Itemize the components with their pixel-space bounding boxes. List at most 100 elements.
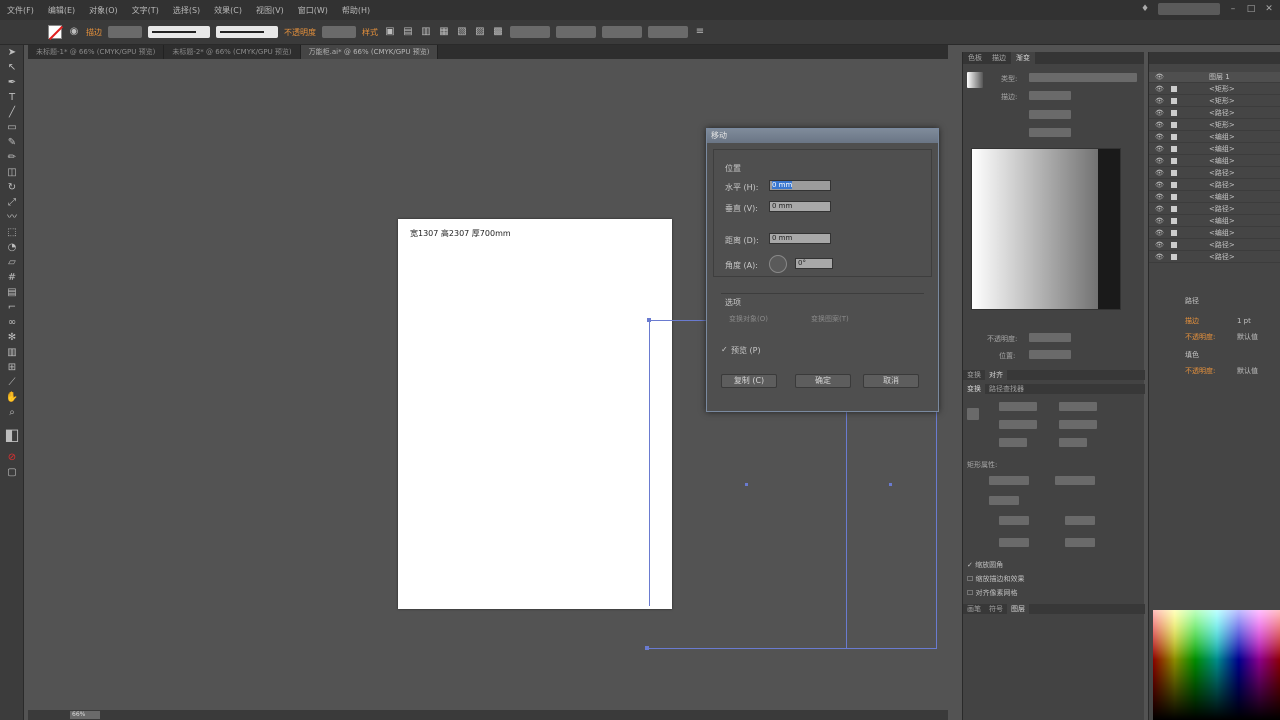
style-label[interactable]: 样式 [362,27,378,38]
fill-swatch[interactable] [48,25,62,39]
tab-stroke[interactable]: 描边 [987,52,1011,64]
recolor-icon[interactable]: ▣ [384,26,396,38]
corner-bl-field[interactable] [999,538,1029,547]
cancel-button[interactable]: 取消 [863,374,919,388]
opacity-label[interactable]: 不透明度 [284,27,316,38]
visibility-icon[interactable]: 👁 [1155,96,1164,107]
visibility-icon[interactable]: 👁 [1155,168,1164,179]
appearance-opacity-label[interactable]: 不透明度: [1185,330,1215,344]
minimize-icon[interactable]: – [1228,4,1238,14]
opacity-field[interactable] [322,26,356,38]
free-transform-tool-icon[interactable]: ⬚ [0,225,24,240]
preview-checkbox-label[interactable]: 预览 (P) [731,345,761,356]
symbol-sprayer-tool-icon[interactable]: ✻ [0,330,24,345]
corner-br-field[interactable] [1065,538,1095,547]
gradient-position-field[interactable] [1029,350,1071,359]
tab-document-1[interactable]: 未标题-1* @ 66% (CMYK/GPU 预览) [28,45,165,59]
layer-row[interactable]: 👁 <路径> [1149,180,1280,191]
y-field[interactable] [556,26,596,38]
rotate-tool-icon[interactable]: ↻ [0,180,24,195]
menu-window[interactable]: 窗口(W) [291,5,335,16]
visibility-icon[interactable]: 👁 [1155,156,1164,167]
tab-transform-2[interactable]: 变换 [963,384,985,394]
eyedropper-tool-icon[interactable]: ⌐ [0,300,24,315]
tab-transform[interactable]: 变换 [963,370,985,380]
mesh-tool-icon[interactable]: # [0,270,24,285]
reference-point-icon[interactable] [967,408,979,420]
hand-tool-icon[interactable]: ✋ [0,390,24,405]
dialog-title[interactable]: 移动 [707,129,938,143]
gradient-type-dropdown[interactable] [1029,73,1137,82]
slice-tool-icon[interactable]: ⟋ [0,375,24,390]
blend-tool-icon[interactable]: ∞ [0,315,24,330]
visibility-icon[interactable]: 👁 [1155,132,1164,143]
gradient-tool-icon[interactable]: ▤ [0,285,24,300]
transform-h-field[interactable] [1059,420,1097,429]
selection-handle[interactable] [745,483,748,486]
layer-row[interactable]: 👁 <编组> [1149,144,1280,155]
stroke-weight-field[interactable] [108,26,142,38]
stroke-profile-dropdown[interactable] [148,26,210,38]
transform-shear-field[interactable] [1059,438,1087,447]
align-bottom-icon[interactable]: ▩ [492,26,504,38]
gradient-thumbnail[interactable] [967,72,983,88]
screen-mode-icon[interactable]: ▢ [0,465,24,480]
layer-row[interactable]: 👁 <编组> [1149,216,1280,227]
tab-pathfinder[interactable]: 路径查找器 [985,384,1028,394]
close-icon[interactable]: ✕ [1264,4,1274,14]
appearance-opacity-row[interactable]: 不透明度: 默认值 [1149,330,1280,344]
rectangle-tool-icon[interactable]: ▭ [0,120,24,135]
pencil-tool-icon[interactable]: ✏ [0,150,24,165]
search-input[interactable] [1158,3,1220,15]
graph-tool-icon[interactable]: ▥ [0,345,24,360]
zoom-field[interactable]: 66% [70,711,100,719]
distance-field[interactable]: 0 mm [769,233,831,244]
selection-handle[interactable] [645,646,649,650]
menu-file[interactable]: 文件(F) [0,5,41,16]
layer-row[interactable]: 👁 <编组> [1149,228,1280,239]
brush-definition-dropdown[interactable] [216,26,278,38]
appearance-fill-opacity-row[interactable]: 不透明度: 默认值 [1149,364,1280,378]
align-center-icon[interactable]: ▥ [420,26,432,38]
eraser-tool-icon[interactable]: ◫ [0,165,24,180]
visibility-icon[interactable]: 👁 [1155,240,1164,251]
layer-row[interactable]: 👁 <矩形> [1149,84,1280,95]
appearance-title-row[interactable]: 路径 [1149,294,1280,308]
horizontal-value[interactable]: 0 mm [772,181,793,189]
transform-menu-icon[interactable]: ≡ [694,26,706,38]
bulb-icon[interactable]: ♦ [1140,4,1150,14]
fill-stroke-icon[interactable]: ◧ [0,420,24,450]
corner-tr-field[interactable] [1065,516,1095,525]
transform-w-field[interactable] [1059,402,1097,411]
align-pixel-checkbox[interactable]: ☐ 对齐像素网格 [967,588,1018,598]
gradient-stroke-field[interactable] [1029,91,1071,100]
align-left-icon[interactable]: ▤ [402,26,414,38]
layer-row[interactable]: 👁 <路径> [1149,108,1280,119]
menu-edit[interactable]: 编辑(E) [41,5,82,16]
artboard[interactable]: 宽1307 高2307 厚700mm [398,219,672,609]
perspective-tool-icon[interactable]: ▱ [0,255,24,270]
visibility-icon[interactable]: 👁 [1155,180,1164,191]
selection-handle[interactable] [889,483,892,486]
gradient-preview[interactable] [971,148,1121,310]
copy-button[interactable]: 复制 (C) [721,374,777,388]
height-field[interactable] [648,26,688,38]
gradient-opacity-field[interactable] [1029,333,1071,342]
visibility-icon[interactable]: 👁 [1155,228,1164,239]
rect-width-field[interactable] [989,476,1029,485]
layer-row[interactable]: 👁 <路径> [1149,240,1280,251]
layer-row[interactable]: 👁 <路径> [1149,252,1280,263]
line-tool-icon[interactable]: ╱ [0,105,24,120]
selection-tool-icon[interactable]: ➤ [0,45,24,60]
tab-swatches[interactable]: 色板 [963,52,987,64]
transform-y-field[interactable] [999,420,1037,429]
scale-strokes-checkbox[interactable]: ☐ 缩放描边和效果 [967,574,1025,584]
layer-row[interactable]: 👁 图层 1 [1149,72,1280,83]
width-field[interactable] [602,26,642,38]
tab-document-2[interactable]: 未标题-2* @ 66% (CMYK/GPU 预览) [164,45,301,59]
visibility-icon[interactable]: 👁 [1155,204,1164,215]
pen-tool-icon[interactable]: ✒ [0,75,24,90]
none-color-icon[interactable]: ⊘ [0,450,24,465]
layer-row[interactable]: 👁 <路径> [1149,204,1280,215]
corner-tl-field[interactable] [999,516,1029,525]
